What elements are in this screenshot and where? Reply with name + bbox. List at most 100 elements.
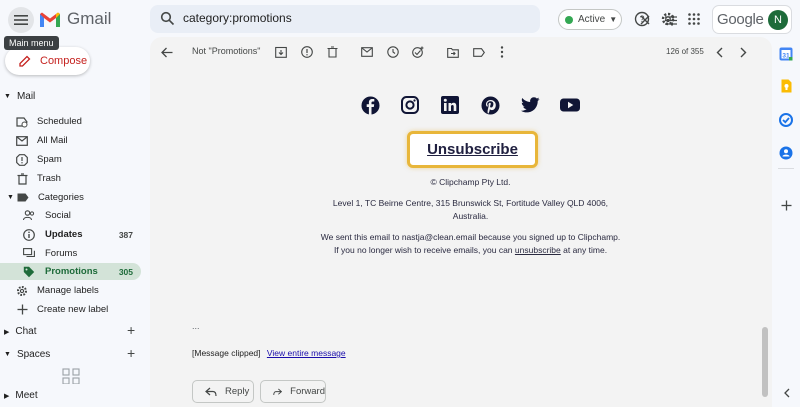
all-mail-icon <box>16 135 28 147</box>
notice-line-1: We sent this email to nastja@clean.email… <box>320 232 621 242</box>
not-promotions-chip[interactable]: Not "Promotions" <box>192 46 260 56</box>
keep-icon[interactable] <box>779 79 793 93</box>
gear-icon <box>16 285 28 297</box>
sidebar-item-label: Manage labels <box>37 285 99 296</box>
scrollbar[interactable] <box>762 37 770 407</box>
gmail-logo[interactable]: Gmail <box>39 9 111 29</box>
status-dropdown[interactable]: Active ▼ <box>558 9 622 30</box>
move-to-icon[interactable] <box>446 45 460 59</box>
account-switcher[interactable]: Google N <box>712 5 792 34</box>
sidebar-item-label: Forums <box>45 248 78 259</box>
trimmed-content-ellipsis[interactable]: ... <box>192 321 200 331</box>
clipped-label: [Message clipped] <box>192 348 261 358</box>
sidebar-item-social[interactable]: Social <box>0 207 141 224</box>
back-arrow-icon[interactable] <box>160 45 174 59</box>
address-text: Level 1, TC Beirne Centre, 315 Brunswick… <box>300 197 641 223</box>
search-bar[interactable] <box>150 5 677 33</box>
apps-grid-icon[interactable] <box>685 10 703 28</box>
facebook-icon[interactable] <box>360 95 380 115</box>
rail-divider <box>778 168 794 169</box>
calendar-icon[interactable]: 31 <box>779 47 793 61</box>
new-chat-plus-icon[interactable]: + <box>127 322 135 338</box>
sidebar-item-manage-labels[interactable]: Manage labels <box>0 282 141 299</box>
label-icon <box>17 192 29 204</box>
caret-down-icon: ▼ <box>7 194 14 201</box>
unsubscribe-link[interactable]: unsubscribe <box>515 245 561 255</box>
chevron-right-icon[interactable] <box>736 45 750 59</box>
chat-section-toggle[interactable]: ▶ Chat <box>4 326 37 337</box>
sidebar-item-promotions[interactable]: Promotions 305 <box>0 263 141 280</box>
scroll-thumb[interactable] <box>762 327 768 397</box>
youtube-icon[interactable] <box>560 95 580 115</box>
status-label: Active <box>578 14 606 25</box>
view-entire-message-link[interactable]: View entire message <box>267 348 346 358</box>
sidebar-item-updates[interactable]: Updates 387 <box>0 226 141 243</box>
top-bar: Main menu Gmail Active ▼ ? Google N <box>0 0 800 50</box>
pinterest-icon[interactable] <box>480 95 500 115</box>
search-input[interactable] <box>183 11 463 25</box>
get-addons-plus-icon[interactable] <box>779 198 793 212</box>
more-vert-icon[interactable] <box>495 45 509 59</box>
sidebar-item-forums[interactable]: Forums <box>0 245 141 262</box>
sidebar-item-scheduled[interactable]: Scheduled <box>0 113 141 130</box>
avatar[interactable]: N <box>768 10 788 30</box>
mail-section-toggle[interactable]: ▼ Mail <box>4 91 35 102</box>
search-icon[interactable] <box>160 11 175 26</box>
notice-text: We sent this email to nastja@clean.email… <box>300 231 641 257</box>
pagination-count: 126 of 355 <box>666 47 704 56</box>
section-label: Chat <box>15 326 37 337</box>
tasks-icon[interactable] <box>779 113 793 127</box>
main-menu-button[interactable] <box>8 7 34 33</box>
message-clipped-notice: [Message clipped] View entire message <box>192 348 346 358</box>
mark-unread-icon[interactable] <box>360 45 374 59</box>
instagram-icon[interactable] <box>400 95 420 115</box>
sidebar-item-spam[interactable]: Spam <box>0 151 141 168</box>
notice-line-2-start: If you no longer wish to receive emails,… <box>333 245 513 255</box>
show-side-panel-chevron-icon[interactable] <box>779 386 793 400</box>
compose-button[interactable]: Compose <box>5 47 90 75</box>
section-label: Spaces <box>16 349 51 360</box>
delete-icon[interactable] <box>325 45 339 59</box>
svg-text:?: ? <box>639 14 644 24</box>
twitter-icon[interactable] <box>520 95 540 115</box>
contacts-icon[interactable] <box>779 146 793 160</box>
updates-icon <box>23 228 35 241</box>
add-task-icon[interactable] <box>411 45 425 59</box>
sidebar-item-label: All Mail <box>37 135 68 146</box>
app-name: Gmail <box>67 9 112 28</box>
meet-section-toggle[interactable]: ▶ Meet <box>4 390 38 401</box>
sidebar-item-all-mail[interactable]: All Mail <box>0 132 141 149</box>
sidebar-item-label: Updates <box>45 229 83 240</box>
spaces-empty-icon <box>62 368 80 384</box>
help-icon[interactable]: ? <box>633 10 651 28</box>
snooze-clock-icon[interactable] <box>386 45 400 59</box>
main-menu-tooltip: Main menu <box>4 36 59 50</box>
spaces-section-toggle[interactable]: ▼ Spaces <box>4 349 50 360</box>
pencil-icon <box>19 55 31 67</box>
forward-label: Forward <box>290 386 325 397</box>
settings-gear-icon[interactable] <box>659 10 677 28</box>
sidebar-item-label: Trash <box>37 173 61 184</box>
label-as-icon[interactable] <box>472 45 486 59</box>
caret-right-icon: ▶ <box>4 392 10 400</box>
forward-icon <box>273 388 283 395</box>
spam-icon <box>16 153 28 166</box>
chevron-left-icon[interactable] <box>712 45 726 59</box>
unsubscribe-button[interactable]: Unsubscribe <box>407 131 538 168</box>
plus-icon <box>16 304 28 316</box>
archive-icon[interactable] <box>274 45 288 59</box>
notice-line-2: If you no longer wish to receive emails,… <box>300 244 641 257</box>
forward-button[interactable]: Forward <box>260 380 326 403</box>
sidebar-item-label: Categories <box>37 192 84 203</box>
email-toolbar: Not "Promotions" 126 of 355 <box>150 37 772 67</box>
reply-button[interactable]: Reply <box>192 380 254 403</box>
status-dot-icon <box>565 15 573 24</box>
linkedin-icon[interactable] <box>440 95 460 115</box>
forums-icon <box>23 248 35 260</box>
report-spam-icon[interactable] <box>300 45 314 59</box>
sidebar-item-categories[interactable]: ▼ Categories <box>0 189 141 206</box>
section-label: Meet <box>15 390 38 401</box>
sidebar-item-trash[interactable]: Trash <box>0 170 141 187</box>
sidebar-item-create-label[interactable]: Create new label <box>0 301 141 318</box>
new-space-plus-icon[interactable]: + <box>127 345 135 361</box>
